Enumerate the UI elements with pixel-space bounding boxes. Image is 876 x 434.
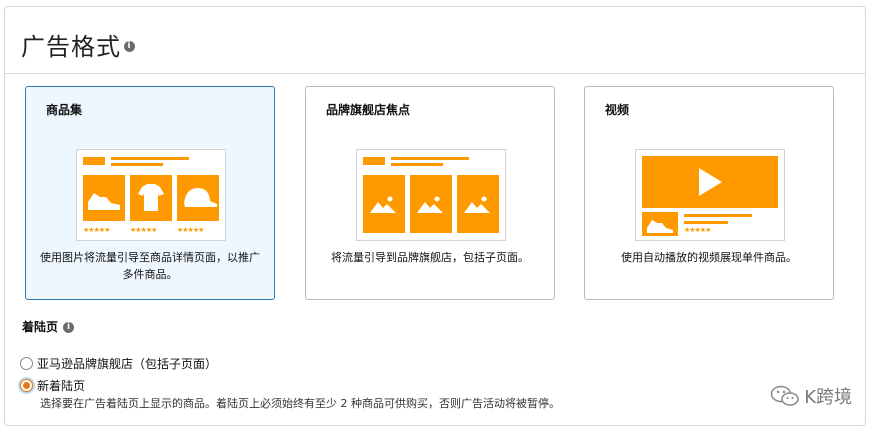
store-spotlight-graphic bbox=[363, 157, 499, 233]
info-icon[interactable]: i bbox=[63, 322, 75, 333]
card-description: 使用自动播放的视频展现单件商品。 bbox=[621, 251, 797, 264]
store-spotlight-illustration bbox=[356, 149, 506, 241]
radio-brand-store[interactable]: 亚马逊品牌旗舰店（包括子页面） bbox=[20, 355, 217, 372]
card-video[interactable]: 视频 ★★★★★ 使用自动播放的视频展现单件商品。 bbox=[584, 86, 834, 300]
page-title-text: 广告格式 bbox=[21, 33, 121, 61]
radio-label[interactable]: 新着陆页 bbox=[37, 377, 85, 394]
card-title: 视频 bbox=[605, 103, 630, 117]
landing-page-help-text: 选择要在广告着陆页上显示的商品。着陆页上必须始终有至少 2 种商品可供购买，否则… bbox=[40, 397, 560, 410]
radio-new-landing-page[interactable]: 新着陆页 bbox=[20, 377, 85, 394]
watermark-text: K跨境 bbox=[804, 387, 852, 408]
info-icon[interactable]: i bbox=[124, 40, 135, 52]
card-description: 将流量引导到品牌旗舰店，包括子页面。 bbox=[331, 251, 529, 264]
landing-page-label-text: 着陆页 bbox=[22, 320, 59, 334]
radio-button-checked[interactable] bbox=[20, 379, 33, 392]
card-description: 使用图片将流量引导至商品详情页面，以推广多件商品。 bbox=[40, 251, 260, 281]
card-title: 商品集 bbox=[46, 103, 83, 117]
rating-stars-1: ★★★★★ bbox=[83, 226, 110, 234]
wechat-icon bbox=[770, 385, 799, 406]
card-store-spotlight[interactable]: 品牌旗舰店焦点 将流量引导到品牌旗舰店，包括子页面。 bbox=[305, 86, 555, 300]
radio-button[interactable] bbox=[20, 357, 33, 370]
card-product-collection[interactable]: 商品集 ★★★★★ ★★★★★ ★★★★★ 使用图片将流量引导至商品详情页面，以… bbox=[25, 86, 275, 300]
radio-label[interactable]: 亚马逊品牌旗舰店（包括子页面） bbox=[37, 355, 217, 372]
panel-header: 广告格式 i bbox=[5, 7, 865, 74]
rating-stars-3: ★★★★★ bbox=[177, 226, 204, 234]
page-title: 广告格式 i bbox=[21, 27, 135, 62]
rating-stars-2: ★★★★★ bbox=[130, 226, 157, 234]
product-collection-illustration: ★★★★★ ★★★★★ ★★★★★ bbox=[76, 149, 226, 241]
video-illustration: ★★★★★ bbox=[635, 149, 785, 241]
rating-stars: ★★★★★ bbox=[684, 226, 711, 234]
watermark: K跨境 bbox=[770, 383, 852, 409]
landing-page-label: 着陆页 i bbox=[22, 318, 75, 335]
card-title: 品牌旗舰店焦点 bbox=[326, 103, 411, 117]
